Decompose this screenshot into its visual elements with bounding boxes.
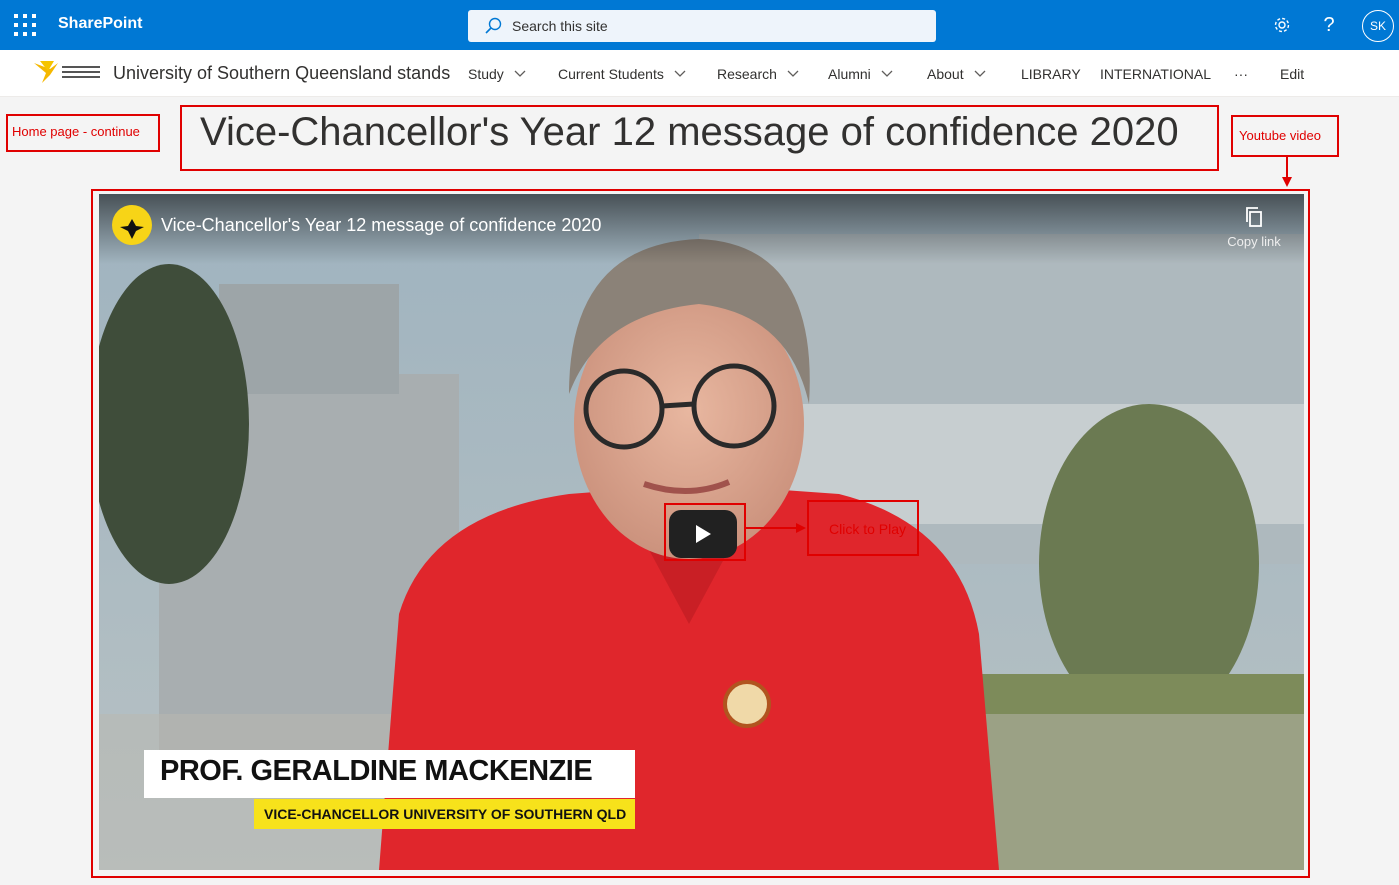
settings-gear-icon[interactable] — [1270, 13, 1294, 37]
search-icon — [485, 17, 502, 34]
play-icon — [696, 525, 711, 543]
nav-label: Alumni — [828, 65, 871, 82]
nav-item-study[interactable]: Study — [468, 50, 526, 97]
chevron-down-icon — [514, 70, 526, 77]
role-caption: VICE-CHANCELLOR UNIVERSITY OF SOUTHERN Q… — [254, 799, 635, 829]
chevron-down-icon — [881, 70, 893, 77]
youtube-video-annotation: Youtube video — [1231, 115, 1339, 157]
nav-label: Research — [717, 65, 777, 82]
play-button[interactable] — [669, 510, 737, 558]
usq-logo[interactable] — [32, 59, 104, 87]
copy-icon — [1246, 207, 1262, 227]
copy-link-label: Copy link — [1227, 234, 1281, 249]
help-button[interactable]: ? — [1317, 13, 1341, 37]
sharepoint-brand-link[interactable]: SharePoint — [58, 15, 142, 33]
home-page-continue-annotation[interactable]: Home page - continue — [6, 114, 160, 152]
video-title-link[interactable]: Vice-Chancellor's Year 12 message of con… — [161, 215, 601, 236]
nav-item-international[interactable]: INTERNATIONAL — [1100, 50, 1211, 97]
search-input[interactable]: Search this site — [512, 18, 608, 34]
chevron-down-icon — [974, 70, 986, 77]
suite-bar: SharePoint Search this site ? SK — [0, 0, 1399, 50]
nav-label: Current Students — [558, 65, 664, 82]
nav-item-current-students[interactable]: Current Students — [558, 50, 686, 97]
user-avatar[interactable]: SK — [1362, 10, 1394, 42]
nav-item-alumni[interactable]: Alumni — [828, 50, 893, 97]
copy-link-button[interactable]: Copy link — [1219, 206, 1289, 254]
chevron-down-icon — [674, 70, 686, 77]
click-to-play-annotation: Click to Play — [807, 500, 919, 556]
site-title[interactable]: University of Southern Queensland stands — [113, 63, 450, 84]
edit-nav-link[interactable]: Edit — [1280, 50, 1304, 97]
channel-avatar[interactable] — [112, 205, 152, 245]
nav-label: Study — [468, 65, 504, 82]
search-box[interactable]: Search this site — [468, 10, 936, 42]
site-header: University of Southern Queensland stands… — [0, 50, 1399, 97]
nav-more-ellipsis[interactable]: ··· — [1234, 50, 1248, 97]
usq-bird-icon — [120, 219, 144, 239]
nav-item-about[interactable]: About — [927, 50, 986, 97]
chevron-down-icon — [787, 70, 799, 77]
nav-label: About — [927, 65, 964, 82]
app-launcher-icon[interactable] — [14, 14, 36, 36]
name-caption: PROF. GERALDINE MACKENZIE — [144, 750, 635, 798]
page-title: Vice-Chancellor's Year 12 message of con… — [200, 110, 1179, 154]
nav-item-research[interactable]: Research — [717, 50, 799, 97]
nav-item-library[interactable]: LIBRARY — [1021, 50, 1081, 97]
